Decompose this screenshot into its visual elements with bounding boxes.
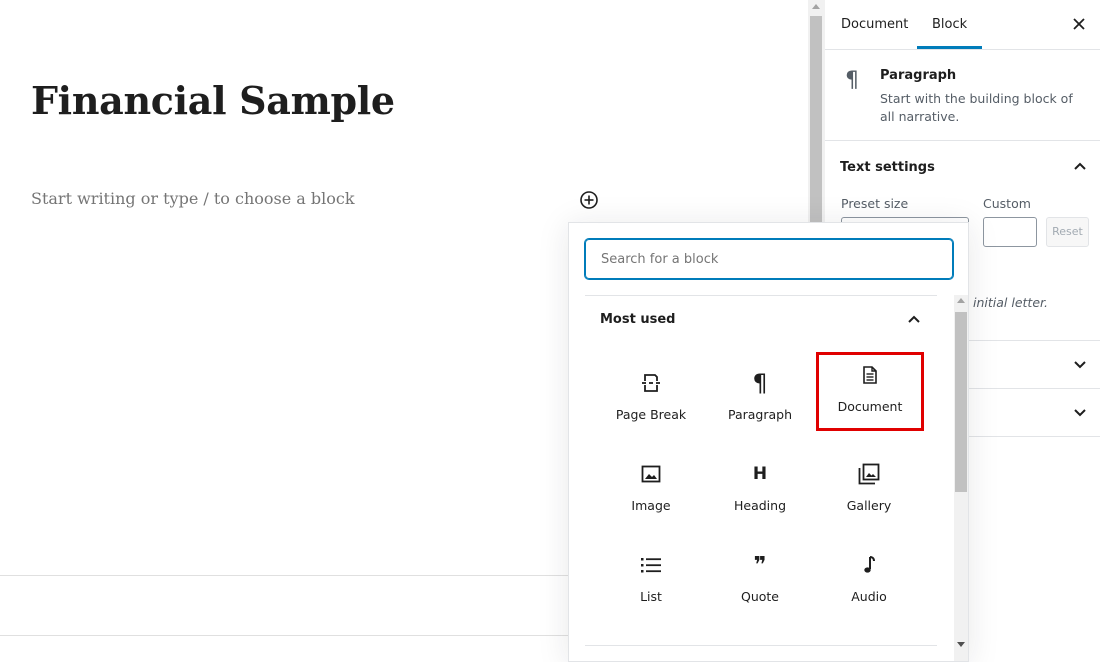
scroll-up-arrow[interactable] (957, 298, 965, 303)
block-item-label: Audio (851, 589, 887, 604)
divider (0, 635, 570, 636)
block-item-image[interactable]: Image (598, 452, 704, 530)
text-settings-title[interactable]: Text settings (840, 160, 935, 175)
document-icon (863, 366, 877, 384)
popover-arrow (581, 223, 600, 232)
plus-circle-icon (580, 191, 598, 209)
block-item-gallery[interactable]: Gallery (816, 452, 922, 530)
block-search-input[interactable] (586, 240, 952, 278)
block-placeholder[interactable]: Start writing or type / to choose a bloc… (31, 189, 355, 208)
block-item-page-break[interactable]: Page Break (598, 361, 704, 439)
chevron-up-icon[interactable] (906, 311, 922, 327)
chevron-up-icon[interactable] (1072, 158, 1088, 174)
block-search (585, 239, 953, 279)
divider (585, 295, 937, 296)
block-name: Paragraph (880, 68, 957, 83)
divider (585, 645, 937, 646)
tab-block[interactable]: Block (917, 0, 983, 49)
divider (0, 575, 570, 576)
custom-size-label: Custom (983, 196, 1031, 211)
quote-icon: ❞ (753, 552, 767, 578)
scrollbar-thumb[interactable] (810, 16, 822, 246)
block-item-quote[interactable]: ❞ Quote (707, 543, 813, 621)
block-item-label: Paragraph (727, 407, 793, 422)
block-item-label: Quote (740, 589, 779, 604)
gallery-icon (858, 463, 880, 485)
add-block-button[interactable] (579, 190, 599, 210)
reset-button[interactable]: Reset (1046, 217, 1089, 247)
block-item-audio[interactable]: Audio (816, 543, 922, 621)
scrollbar-thumb[interactable] (955, 312, 967, 492)
preset-size-label: Preset size (841, 196, 909, 211)
block-inserter-popover: Most used Page Break ¶ Paragraph (568, 222, 969, 662)
block-item-label: Image (631, 498, 671, 513)
chevron-down-icon[interactable] (1072, 357, 1088, 373)
audio-icon (864, 556, 875, 573)
drop-cap-hint: initial letter. (973, 295, 1048, 310)
block-item-label: Page Break (615, 407, 687, 422)
list-icon (641, 558, 661, 573)
close-sidebar-button[interactable] (1070, 15, 1088, 33)
heading-icon: H (752, 464, 768, 484)
tab-document[interactable]: Document (841, 0, 908, 49)
post-title[interactable]: Financial Sample (31, 78, 395, 123)
block-item-heading[interactable]: H Heading (707, 452, 813, 530)
paragraph-icon: ¶ (752, 369, 768, 397)
block-item-list[interactable]: List (598, 543, 704, 621)
page-break-icon (642, 374, 660, 392)
image-icon (641, 465, 661, 483)
scroll-down-arrow[interactable] (957, 642, 965, 647)
paragraph-icon: ¶ (845, 68, 859, 93)
sidebar-tabs: Document Block (825, 0, 1100, 50)
chevron-down-icon[interactable] (1072, 405, 1088, 421)
close-icon (1073, 18, 1085, 30)
scroll-up-arrow[interactable] (812, 4, 820, 9)
block-item-document[interactable]: Document (816, 352, 924, 431)
block-item-label: Heading (733, 498, 786, 513)
inserter-scrollbar[interactable] (954, 295, 968, 661)
block-item-label: Gallery (846, 498, 892, 513)
block-card: ¶ Paragraph Start with the building bloc… (825, 50, 1100, 141)
block-item-label: List (640, 589, 662, 604)
block-description: Start with the building block of all nar… (880, 91, 1073, 124)
block-item-label: Document (837, 399, 903, 414)
custom-size-input[interactable] (983, 217, 1037, 247)
category-title[interactable]: Most used (600, 312, 675, 327)
block-item-paragraph[interactable]: ¶ Paragraph (707, 361, 813, 439)
